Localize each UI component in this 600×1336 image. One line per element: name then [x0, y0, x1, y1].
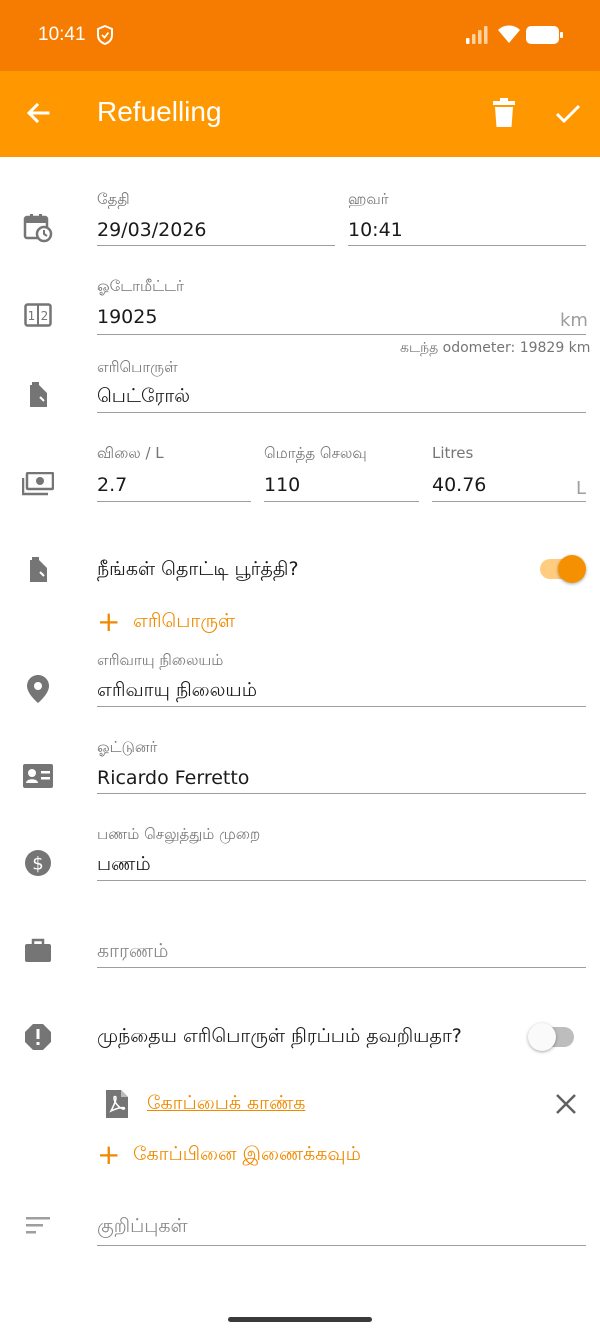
station-field[interactable]: எரிவாயு நிலையம் — [97, 679, 257, 704]
total-cost-underline — [264, 501, 419, 502]
time-label: ஹவர் — [348, 190, 389, 208]
station-underline — [97, 706, 586, 707]
litres-field[interactable]: 40.76 — [432, 474, 486, 496]
location-pin-icon — [20, 671, 56, 707]
briefcase-icon — [20, 932, 56, 968]
price-field[interactable]: 2.7 — [97, 474, 127, 496]
add-fuel-button[interactable]: + எரிபொருள் — [97, 608, 235, 636]
driver-label: ஓட்டுனர் — [97, 738, 158, 756]
plus-icon: + — [97, 605, 121, 638]
date-label: தேதி — [97, 190, 130, 208]
missed-previous-switch[interactable] — [528, 1023, 574, 1051]
odometer-icon: 12 — [20, 297, 56, 333]
price-underline — [97, 501, 251, 502]
calendar-clock-icon — [20, 210, 56, 246]
svg-text:$: $ — [32, 854, 43, 875]
price-label: விலை / L — [97, 444, 164, 462]
battery-icon — [526, 26, 564, 48]
payment-underline — [97, 880, 586, 881]
station-label: எரிவாயு நிலையம் — [97, 651, 224, 669]
add-fuel-label: எரிபொருள் — [133, 609, 236, 632]
time-field[interactable]: 10:41 — [348, 219, 403, 241]
driver-underline — [97, 793, 586, 794]
delete-button[interactable] — [489, 97, 519, 129]
switch-knob — [558, 555, 586, 583]
full-tank-switch[interactable] — [540, 555, 586, 583]
odometer-underline — [97, 334, 586, 335]
time-underline — [348, 245, 586, 246]
shield-icon — [96, 24, 114, 49]
date-underline — [97, 245, 335, 246]
attach-file-label: கோப்பினை இணைக்கவும் — [133, 1142, 361, 1165]
fuel-can-icon — [20, 552, 56, 588]
arrow-back-icon — [26, 102, 50, 124]
odometer-helper: கடந்த odometer: 19829 km — [400, 340, 591, 356]
back-button[interactable] — [22, 97, 54, 129]
trash-icon — [493, 98, 515, 127]
driver-field[interactable]: Ricardo Ferretto — [97, 767, 249, 789]
fuel-type-label: எரிபொருள் — [97, 358, 178, 376]
reason-underline — [97, 967, 586, 968]
odometer-label: ஓடோமீட்டர் — [97, 277, 184, 295]
missed-previous-label: முந்தைய எரிபொருள் நிரப்பம் தவறியதா? — [97, 1025, 462, 1047]
total-cost-field[interactable]: 110 — [264, 474, 300, 496]
svg-text:2: 2 — [41, 309, 49, 323]
remove-file-button[interactable] — [552, 1090, 580, 1118]
svg-text:1: 1 — [28, 309, 36, 323]
fuel-type-underline — [97, 412, 586, 413]
payment-field[interactable]: பணம் — [97, 853, 151, 878]
check-icon — [555, 104, 581, 124]
notes-underline — [97, 1245, 586, 1246]
full-tank-label: நீங்கள் தொட்டி பூர்த்தி? — [97, 558, 299, 580]
page-title: Refuelling — [97, 96, 222, 127]
status-bar: 10:41 — [0, 0, 600, 71]
odometer-field[interactable]: 19025 — [97, 306, 157, 328]
cell-signal-icon — [466, 26, 490, 48]
notes-input[interactable]: குறிப்புகள் — [97, 1215, 188, 1240]
money-icon — [20, 466, 56, 502]
close-icon — [556, 1094, 576, 1114]
home-indicator[interactable] — [228, 1317, 372, 1322]
date-field[interactable]: 29/03/2026 — [97, 219, 207, 241]
notes-icon — [20, 1207, 56, 1243]
litres-label: Litres — [432, 444, 474, 462]
app-bar: Refuelling — [0, 71, 600, 157]
plus-icon: + — [97, 1138, 121, 1171]
dollar-icon: $ — [20, 845, 56, 881]
fuel-type-field[interactable]: பெட்ரோல் — [97, 385, 190, 410]
payment-label: பணம் செலுத்தும் முறை — [97, 825, 261, 843]
pdf-file-icon — [99, 1086, 135, 1122]
id-card-icon — [20, 758, 56, 794]
fuel-can-icon — [20, 377, 56, 413]
litres-unit: L — [576, 478, 587, 499]
alert-octagon-icon — [20, 1019, 56, 1055]
view-file-link[interactable]: கோப்பைக் காண்க — [147, 1092, 305, 1117]
wifi-icon — [497, 24, 521, 48]
total-cost-label: மொத்த செலவு — [264, 444, 367, 462]
switch-knob — [528, 1023, 556, 1051]
attach-file-button[interactable]: + கோப்பினை இணைக்கவும் — [97, 1141, 361, 1169]
save-button[interactable] — [552, 97, 584, 129]
odometer-unit: km — [560, 310, 588, 331]
status-time: 10:41 — [38, 24, 86, 45]
litres-underline — [432, 501, 586, 502]
reason-input[interactable]: காரணம் — [97, 940, 168, 965]
